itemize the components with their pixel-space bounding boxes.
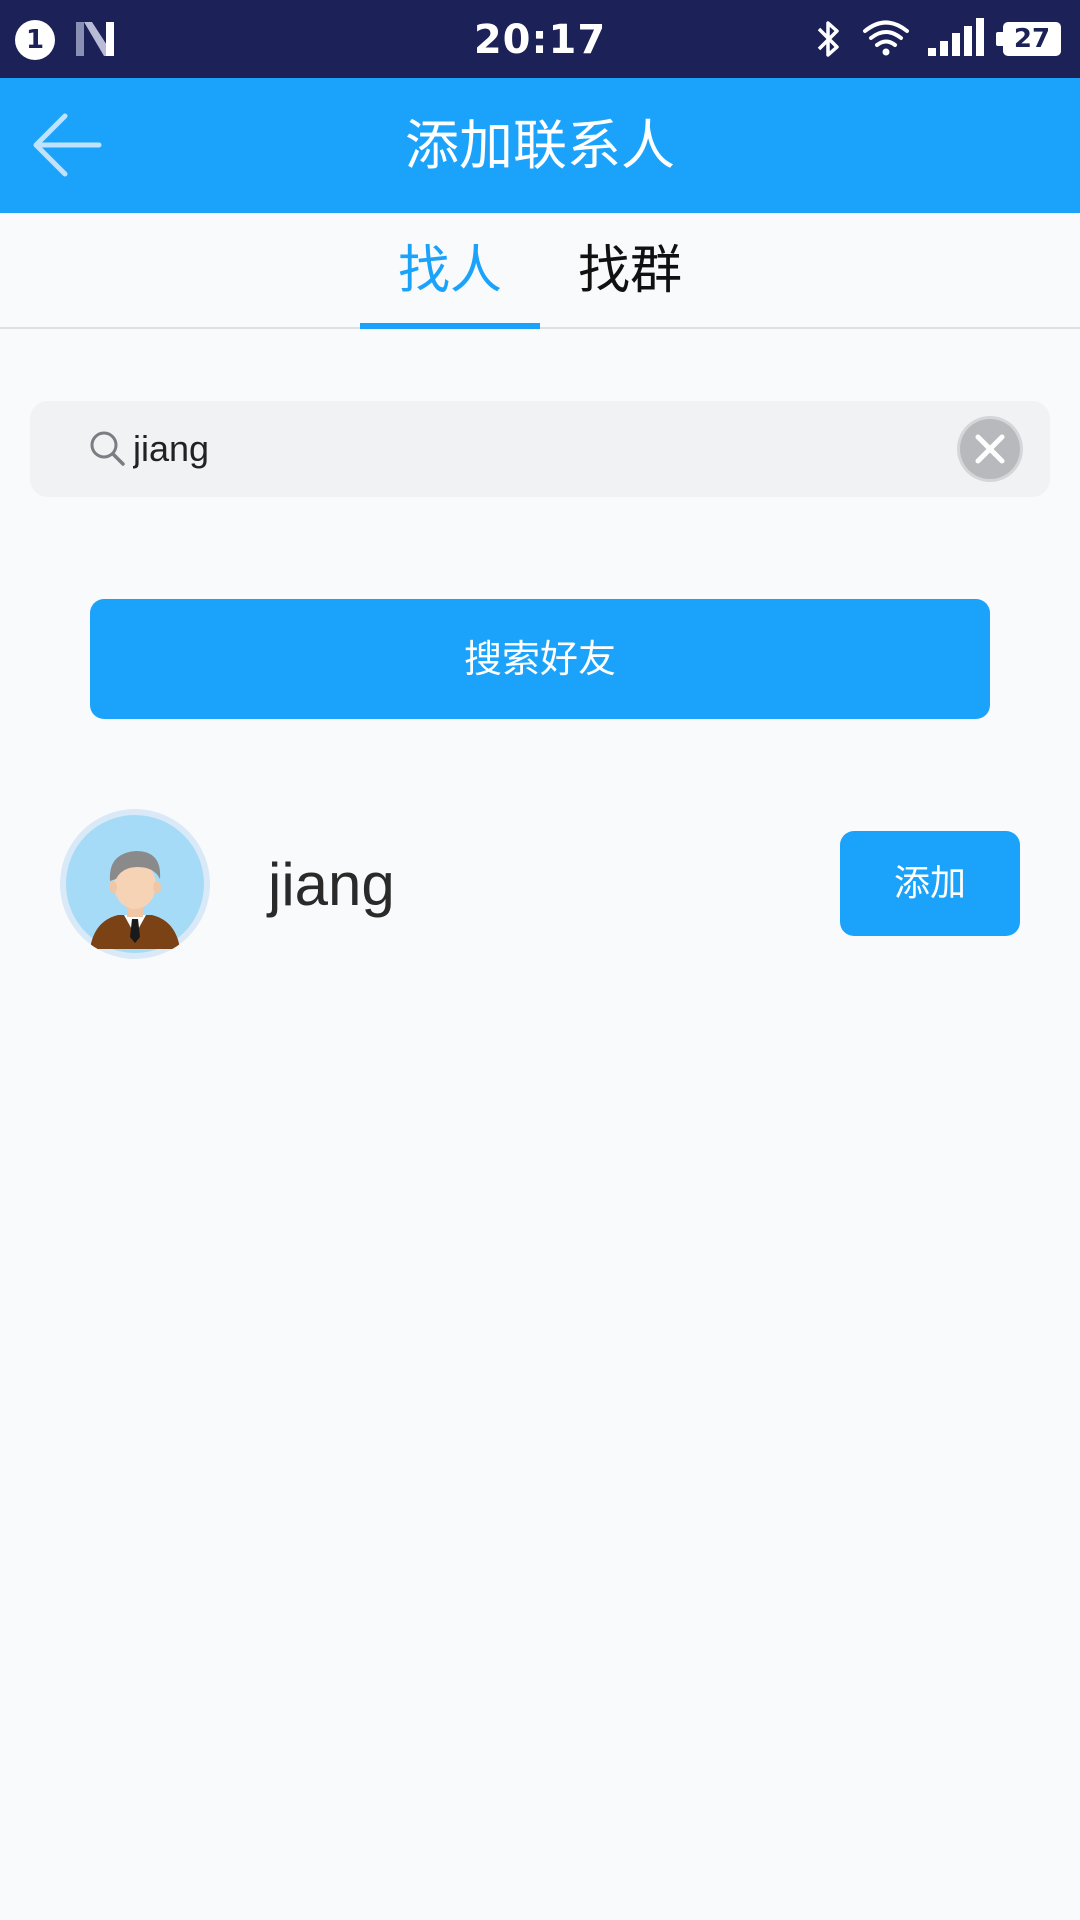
active-tab-indicator — [360, 323, 540, 329]
app-header: 添加联系人 — [0, 78, 1080, 213]
close-icon — [975, 434, 1005, 464]
search-icon — [90, 431, 125, 466]
user-avatar-icon — [66, 815, 204, 953]
clear-search-button[interactable] — [960, 419, 1020, 479]
search-friends-button[interactable]: 搜索好友 — [90, 599, 990, 719]
tab-find-group[interactable]: 找群 — [540, 213, 720, 329]
bluetooth-icon — [817, 21, 839, 57]
search-box — [30, 401, 1050, 497]
page-title: 添加联系人 — [405, 114, 675, 177]
signal-icon — [928, 18, 984, 56]
tab-find-person[interactable]: 找人 — [360, 213, 540, 329]
tab-bar: 找人 找群 — [0, 213, 1080, 329]
avatar[interactable] — [60, 809, 210, 959]
result-row[interactable]: jiang 添加 — [0, 800, 1080, 970]
search-input[interactable] — [133, 401, 953, 497]
status-bar: 1 20:17 27 — [0, 0, 1080, 78]
add-contact-button[interactable]: 添加 — [840, 831, 1020, 936]
result-name: jiang — [268, 851, 395, 918]
battery-indicator: 27 — [996, 22, 1061, 56]
wifi-icon — [863, 20, 909, 56]
status-clock: 20:17 — [473, 17, 607, 63]
